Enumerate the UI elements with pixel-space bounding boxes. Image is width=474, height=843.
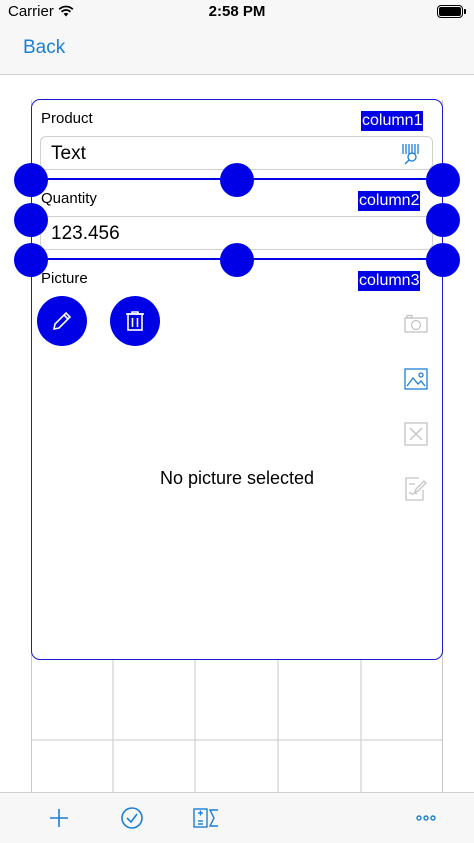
delete-picture-button[interactable] bbox=[110, 296, 160, 346]
ellipsis-icon bbox=[416, 815, 436, 821]
drag-handle-middle-right[interactable] bbox=[426, 203, 460, 237]
pencil-icon bbox=[52, 311, 72, 331]
drag-handle-top-right[interactable] bbox=[426, 163, 460, 197]
checkmark-circle-icon bbox=[121, 807, 143, 829]
battery-tip bbox=[464, 9, 466, 14]
picture-label: Picture bbox=[41, 270, 88, 287]
bottom-toolbar bbox=[0, 792, 474, 843]
edit-picture-button[interactable] bbox=[37, 296, 87, 346]
product-label: Product bbox=[41, 110, 93, 127]
no-picture-message: No picture selected bbox=[159, 468, 315, 488]
back-button[interactable]: Back bbox=[23, 37, 65, 59]
camera-icon[interactable] bbox=[403, 311, 429, 337]
calculator-icon bbox=[193, 808, 218, 828]
navigation-bar: Back bbox=[0, 24, 474, 75]
status-bar: Carrier 2:58 PM bbox=[0, 0, 474, 24]
photo-icon[interactable] bbox=[403, 366, 429, 392]
column1-tag: column1 bbox=[361, 111, 424, 131]
drag-handle-middle-left[interactable] bbox=[14, 203, 48, 237]
calculate-button[interactable] bbox=[191, 803, 221, 833]
drag-handle-bottom-right[interactable] bbox=[426, 243, 460, 277]
column2-tag: column2 bbox=[358, 191, 421, 211]
battery-icon bbox=[437, 5, 463, 18]
trash-icon bbox=[126, 311, 144, 331]
confirm-button[interactable] bbox=[117, 803, 147, 833]
quantity-value: 123.456 bbox=[51, 223, 120, 244]
column3-tag: column3 bbox=[358, 271, 421, 291]
add-button[interactable] bbox=[44, 803, 74, 833]
drag-handle-bottom-center[interactable] bbox=[220, 243, 254, 277]
clock: 2:58 PM bbox=[208, 3, 266, 20]
close-box-icon[interactable] bbox=[403, 421, 429, 447]
drag-handle-top-left[interactable] bbox=[14, 163, 48, 197]
barcode-search-icon[interactable] bbox=[401, 142, 425, 171]
product-value: Text bbox=[51, 143, 86, 164]
quantity-label: Quantity bbox=[41, 190, 97, 207]
drag-handle-bottom-left[interactable] bbox=[14, 243, 48, 277]
plus-icon bbox=[50, 809, 68, 827]
more-button[interactable] bbox=[411, 803, 441, 833]
drag-handle-top-center[interactable] bbox=[220, 163, 254, 197]
